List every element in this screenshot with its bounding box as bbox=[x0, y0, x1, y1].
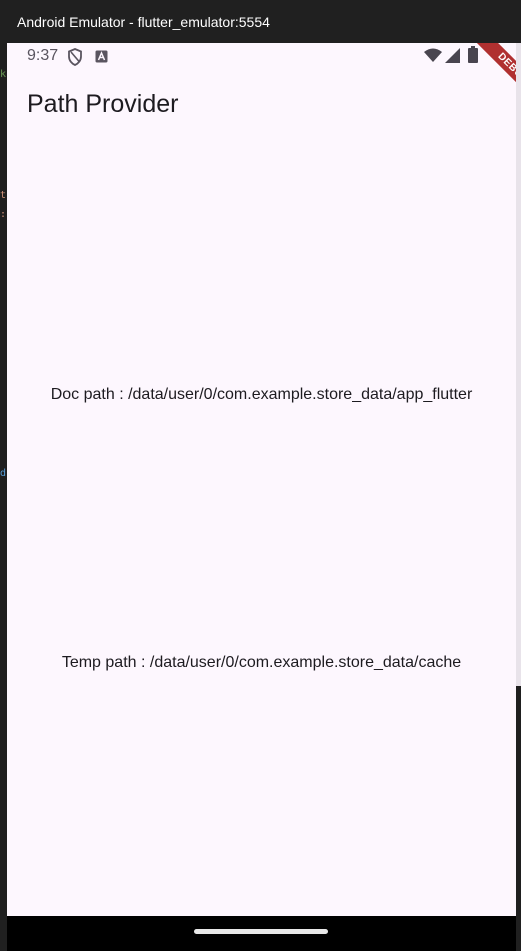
background-window-strip bbox=[516, 43, 521, 916]
page-title: Path Provider bbox=[27, 90, 179, 118]
code-glyph: : bbox=[0, 209, 7, 220]
debug-banner-label: DEBUG bbox=[465, 43, 516, 117]
status-bar: 9:37 bbox=[7, 43, 516, 71]
navigation-bar bbox=[7, 916, 516, 951]
background-editor-strip: k t : d bbox=[0, 43, 7, 916]
status-time: 9:37 bbox=[27, 47, 59, 64]
window-titlebar[interactable]: Android Emulator - flutter_emulator:5554 bbox=[0, 0, 521, 43]
wifi-icon bbox=[424, 48, 442, 67]
background-window-edge bbox=[516, 43, 521, 686]
emulator-window: Android Emulator - flutter_emulator:5554… bbox=[0, 0, 521, 951]
doc-path-text: Doc path : /data/user/0/com.example.stor… bbox=[50, 386, 473, 403]
a-keyboard-icon bbox=[95, 50, 108, 68]
temp-path-text: Temp path : /data/user/0/com.example.sto… bbox=[61, 654, 462, 671]
debug-banner: DEBUG bbox=[441, 43, 516, 143]
code-glyph: t bbox=[0, 190, 7, 201]
home-gesture-handle[interactable] bbox=[194, 929, 328, 934]
window-title: Android Emulator - flutter_emulator:5554 bbox=[17, 13, 270, 30]
shield-icon bbox=[67, 48, 83, 71]
code-glyph: d bbox=[0, 468, 7, 479]
code-glyph: k bbox=[0, 69, 7, 80]
device-screen: 9:37 Path Provider Doc path: /data/user… bbox=[7, 43, 516, 916]
